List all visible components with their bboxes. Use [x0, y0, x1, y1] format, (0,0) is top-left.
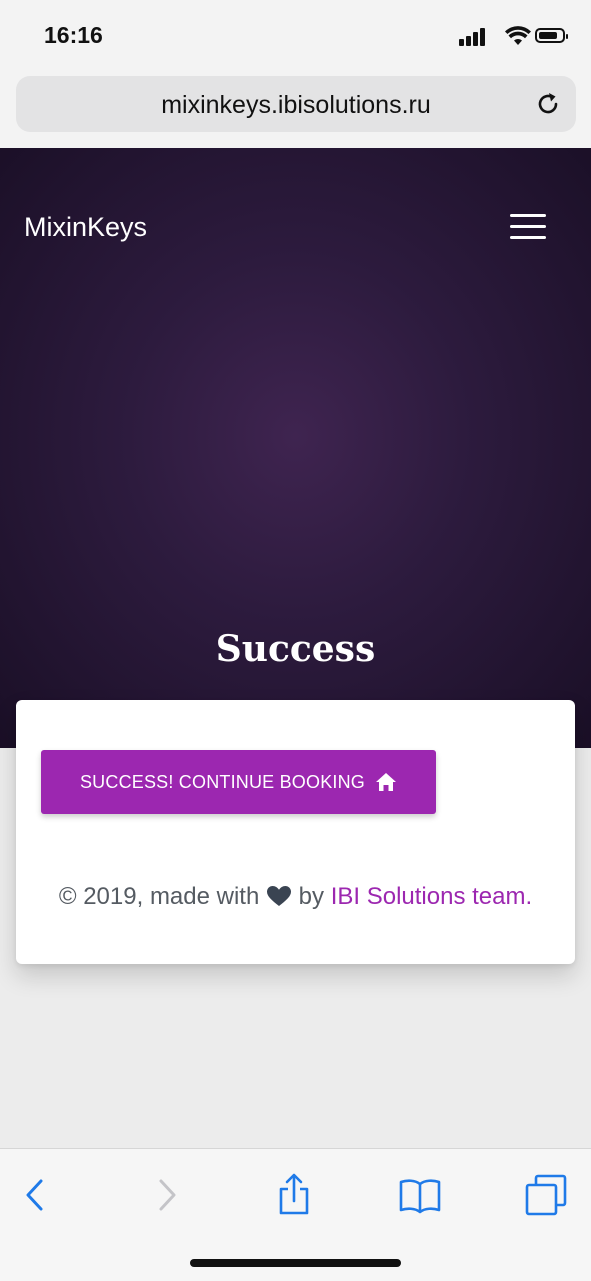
home-indicator[interactable] [190, 1259, 401, 1267]
bookmarks-icon[interactable] [398, 1173, 442, 1217]
wifi-icon [505, 26, 531, 45]
status-time: 16:16 [44, 22, 103, 48]
site-brand[interactable]: MixinKeys [24, 212, 147, 243]
continue-booking-label: SUCCESS! CONTINUE BOOKING [79, 771, 366, 792]
home-icon [376, 773, 397, 791]
forward-icon[interactable] [146, 1173, 190, 1217]
status-bar: 16:16 [0, 0, 591, 72]
footer-prefix: © 2019, made with [58, 883, 260, 910]
heart-icon [267, 886, 291, 906]
browser-address-area: mixinkeys.ibisolutions.ru [0, 72, 591, 148]
url-text: mixinkeys.ibisolutions.ru [161, 91, 431, 119]
reload-icon[interactable] [534, 90, 562, 118]
continue-booking-button[interactable]: SUCCESS! CONTINUE BOOKING [41, 750, 436, 814]
battery-icon [535, 28, 568, 43]
footer-credit: © 2019, made with by IBI Solutions team. [16, 883, 575, 911]
content-card: SUCCESS! CONTINUE BOOKING © 2019, made w… [16, 700, 575, 964]
share-icon[interactable] [272, 1173, 316, 1217]
footer-by: by [298, 883, 325, 910]
signal-icon [459, 28, 489, 46]
browser-toolbar [0, 1148, 591, 1281]
menu-icon[interactable] [510, 214, 548, 240]
tabs-icon[interactable] [524, 1173, 568, 1217]
hero-section: MixinKeys Success [0, 148, 591, 748]
address-bar[interactable]: mixinkeys.ibisolutions.ru [16, 76, 576, 132]
page-title: Success [215, 628, 376, 670]
ibi-solutions-link[interactable]: IBI Solutions team. [331, 883, 532, 910]
back-icon[interactable] [14, 1173, 58, 1217]
